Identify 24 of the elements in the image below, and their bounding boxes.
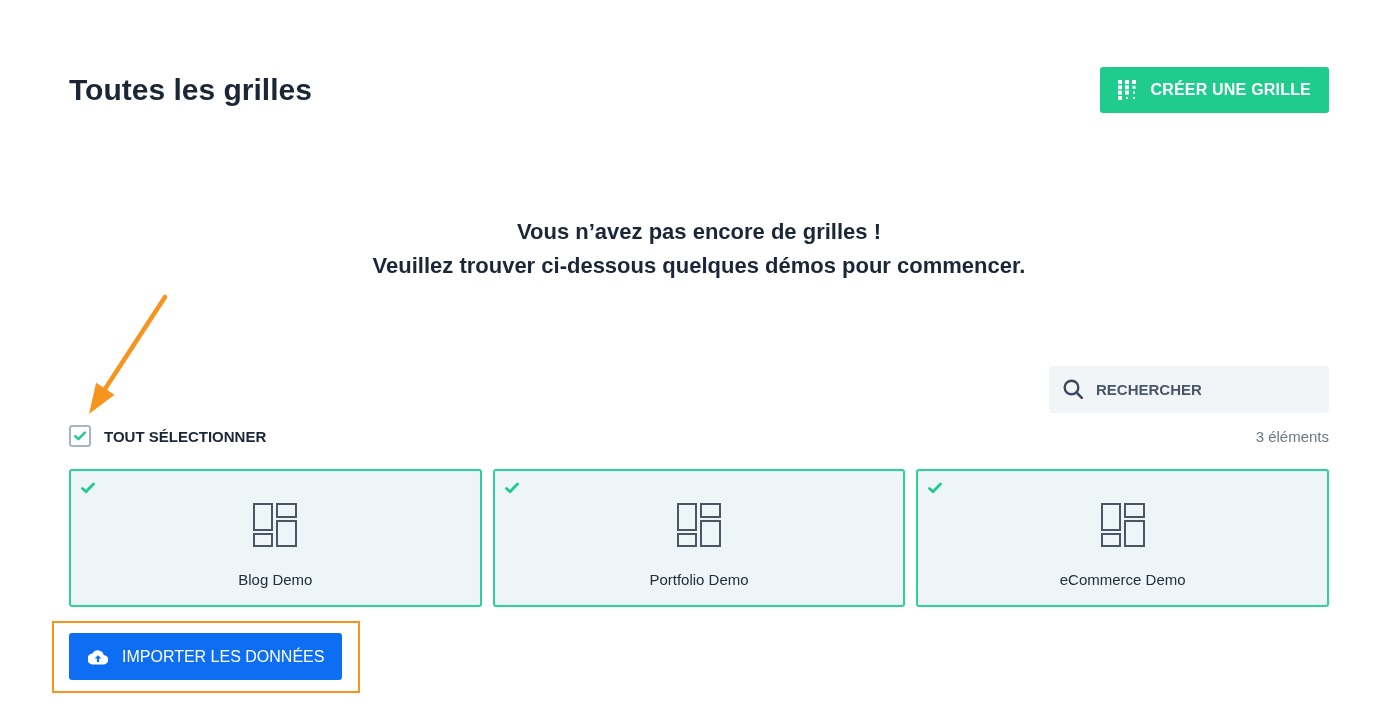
dot-grid-icon: [1118, 80, 1137, 100]
item-count: 3 éléments: [1255, 427, 1329, 445]
check-icon: [928, 482, 943, 494]
empty-state-text: Vous n’avez pas encore de grilles !: [517, 218, 881, 246]
layout-grid-icon: [677, 503, 721, 547]
demo-name: Portfolio Demo: [649, 570, 749, 590]
page-title: Toutes les grilles: [69, 72, 312, 108]
layout-grid-icon: [253, 503, 298, 547]
demo-name: eCommerce Demo: [1059, 570, 1186, 590]
cloud-upload-icon: [88, 648, 108, 665]
search-icon: [1063, 379, 1083, 399]
check-icon: [74, 431, 86, 441]
search-field[interactable]: RECHERCHER: [1049, 366, 1329, 413]
layout-grid-icon: [1100, 503, 1145, 547]
select-all-checkbox[interactable]: [69, 425, 91, 447]
demo-card[interactable]: Portfolio Demo: [492, 469, 906, 607]
check-icon: [81, 482, 95, 494]
select-all-label[interactable]: TOUT SÉLECTIONNER: [104, 427, 267, 445]
check-icon: [504, 482, 519, 494]
demo-card[interactable]: Blog Demo: [69, 469, 482, 607]
demo-name: Blog Demo: [238, 570, 313, 590]
demo-card[interactable]: eCommerce Demo: [916, 469, 1329, 607]
import-data-button[interactable]: IMPORTER LES DONNÉES: [69, 633, 343, 680]
empty-state-text: Veuillez trouver ci-dessous quelques démos pour commencer.: [372, 252, 1026, 280]
